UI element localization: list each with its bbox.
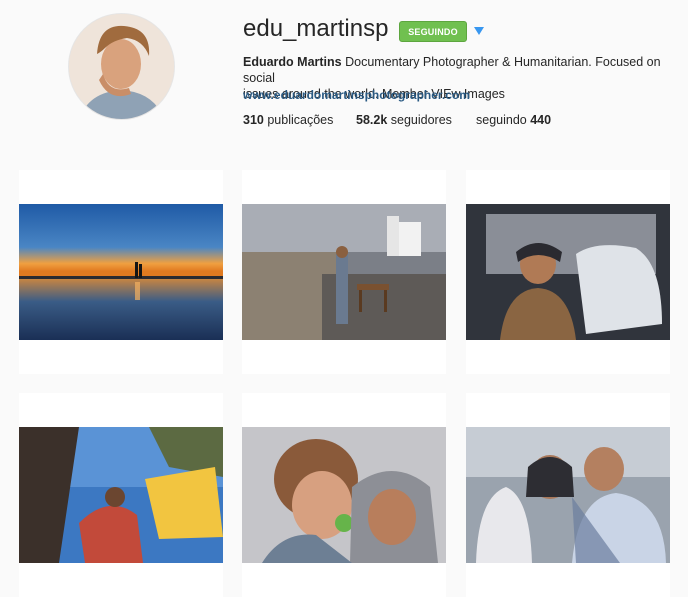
followers-count: 58.2k — [356, 113, 388, 127]
post-thumbnail[interactable] — [19, 170, 223, 374]
post-photo-water-container — [19, 427, 223, 563]
posts-label: publicações — [267, 113, 334, 127]
post-photo-street-boy — [242, 204, 446, 340]
post-thumbnail[interactable] — [466, 170, 670, 374]
following-button[interactable]: SEGUINDO — [399, 21, 467, 42]
username: edu_martinsp — [243, 15, 389, 42]
avatar[interactable] — [68, 13, 175, 120]
post-photo-sunset-beach — [19, 204, 223, 340]
followers-stat[interactable]: 58.2k seguidores — [356, 112, 452, 128]
followers-label: seguidores — [390, 113, 452, 127]
posts-count: 310 — [243, 113, 264, 127]
post-photo-boy-by-car — [466, 204, 670, 340]
post-photo-embrace — [466, 427, 670, 563]
following-label: seguindo — [476, 113, 527, 127]
post-thumbnail[interactable] — [19, 393, 223, 597]
full-name: Eduardo Martins — [243, 55, 342, 69]
avatar-photo — [69, 14, 174, 119]
post-thumbnail[interactable] — [466, 393, 670, 597]
post-photo-child-and-woman — [242, 427, 446, 563]
following-stat[interactable]: seguindo 440 — [476, 112, 551, 128]
website-link[interactable]: www.eduardomartinsphotographer.com — [243, 87, 470, 103]
post-thumbnail[interactable] — [242, 170, 446, 374]
caret-down-icon[interactable] — [473, 25, 485, 37]
posts-stat: 310 publicações — [243, 112, 333, 128]
post-thumbnail[interactable] — [242, 393, 446, 597]
following-count: 440 — [530, 113, 552, 127]
profile-header: edu_martinsp SEGUINDO Eduardo Martins Do… — [0, 0, 688, 160]
